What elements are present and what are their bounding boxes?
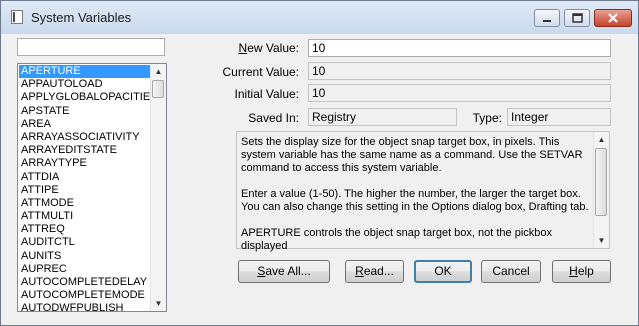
initial-value-label: Initial Value:	[234, 87, 299, 101]
description-box[interactable]: Sets the display size for the object sna…	[236, 131, 610, 252]
list-item[interactable]: ARRAYASSOCIATIVITY	[19, 131, 150, 144]
list-item[interactable]: AUPREC	[19, 263, 150, 276]
help-button[interactable]: Help	[552, 260, 611, 283]
minimize-icon	[543, 20, 551, 22]
list-item[interactable]: AUTOCOMPLETEMODE	[19, 289, 150, 302]
system-variables-dialog: System Variables APERTURE APPAUTOLOAD APPL…	[0, 0, 639, 326]
type-label: Type:	[472, 111, 502, 125]
list-item[interactable]: ARRAYEDITSTATE	[19, 144, 150, 157]
scroll-down-icon[interactable]: ▼	[151, 296, 166, 311]
title-bar[interactable]: System Variables	[1, 1, 638, 34]
new-value-label: New Value:	[238, 41, 299, 55]
list-item[interactable]: ATTIPE	[19, 184, 150, 197]
list-item[interactable]: APERTURE	[19, 65, 150, 79]
save-all-button[interactable]: Save All...	[238, 260, 330, 283]
description-paragraph: APERTURE controls the object snap target…	[241, 227, 553, 252]
cancel-button[interactable]: Cancel	[481, 260, 541, 283]
close-button[interactable]	[594, 9, 632, 27]
close-icon	[608, 13, 618, 23]
scroll-up-icon[interactable]: ▲	[151, 64, 166, 79]
type-field: Integer	[507, 108, 611, 126]
new-value-input[interactable]	[308, 39, 611, 57]
list-item[interactable]: AREA	[19, 118, 150, 131]
list-scrollbar[interactable]: ▲ ▼	[150, 64, 166, 311]
list-item[interactable]: AUNITS	[19, 250, 150, 263]
maximize-icon	[572, 13, 583, 23]
list-item[interactable]: ATTMODE	[19, 197, 150, 210]
list-item[interactable]: APPAUTOLOAD	[19, 78, 150, 91]
list-item[interactable]: ATTREQ	[19, 223, 150, 236]
list-item[interactable]: ATTDIA	[19, 171, 150, 184]
variable-list-items: APERTURE APPAUTOLOAD APPLYGLOBALOPACITIES A…	[19, 65, 150, 311]
scroll-up-icon[interactable]: ▲	[594, 132, 609, 147]
scroll-down-icon[interactable]: ▼	[594, 233, 609, 248]
list-item[interactable]: APSTATE	[19, 105, 150, 118]
description-paragraph: Enter a value (1-50). The higher the num…	[241, 188, 589, 213]
list-item[interactable]: AUTOCOMPLETEDELAY	[19, 276, 150, 289]
saved-in-field: Registry	[308, 108, 457, 126]
maximize-button[interactable]	[564, 9, 590, 27]
list-item[interactable]: ARRAYTYPE	[19, 157, 150, 170]
window-title: System Variables	[31, 10, 132, 25]
description-text: Sets the display size for the object sna…	[241, 136, 593, 266]
scroll-thumb[interactable]	[595, 148, 607, 216]
dialog-body: APERTURE APPAUTOLOAD APPLYGLOBALOPACITIES A…	[7, 34, 632, 319]
current-value-field: 10	[308, 62, 611, 80]
scroll-thumb[interactable]	[152, 80, 164, 98]
list-item[interactable]: AUTODWFPUBLISH	[19, 302, 150, 311]
ok-button[interactable]: OK	[414, 260, 472, 283]
description-paragraph: Sets the display size for the object sna…	[241, 136, 583, 174]
search-input[interactable]	[17, 38, 165, 56]
current-value-label: Current Value:	[222, 65, 299, 79]
list-item[interactable]: ATTMULTI	[19, 210, 150, 223]
read-button[interactable]: Read...	[345, 260, 404, 283]
initial-value-field: 10	[308, 84, 611, 102]
minimize-button[interactable]	[534, 9, 560, 27]
variable-list[interactable]: APERTURE APPAUTOLOAD APPLYGLOBALOPACITIES A…	[17, 63, 167, 312]
list-item[interactable]: AUDITCTL	[19, 236, 150, 249]
list-item[interactable]: APPLYGLOBALOPACITIES	[19, 91, 150, 104]
app-icon	[11, 10, 23, 24]
description-scrollbar[interactable]: ▲ ▼	[593, 132, 609, 248]
saved-in-label: Saved In:	[248, 111, 299, 125]
